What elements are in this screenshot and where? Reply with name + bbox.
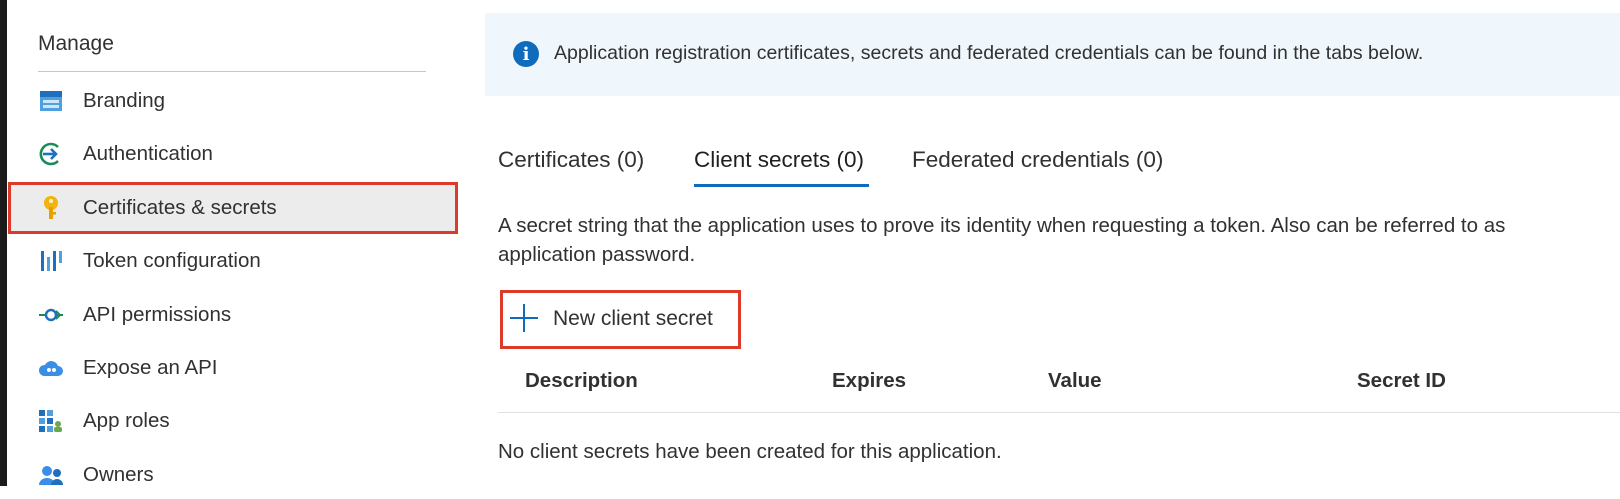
plus-icon xyxy=(510,304,538,332)
sidebar-item-label: API permissions xyxy=(83,303,232,326)
sidebar-item-label: Certificates & secrets xyxy=(83,196,277,219)
sidebar-item-expose-an-api[interactable]: Expose an API xyxy=(10,344,455,392)
info-banner-text: Application registration certificates, s… xyxy=(554,42,1424,64)
sidebar-item-branding[interactable]: Branding xyxy=(10,77,455,125)
new-client-secret-button[interactable]: New client secret xyxy=(500,290,741,349)
section-divider xyxy=(38,71,426,72)
tab-federated-credentials[interactable]: Federated credentials (0) xyxy=(912,147,1163,173)
section-title-manage: Manage xyxy=(38,32,114,55)
empty-table-message: No client secrets have been created for … xyxy=(498,440,1002,463)
sidebar-item-owners[interactable]: Owners xyxy=(10,451,455,499)
sidebar-item-label: Authentication xyxy=(83,142,213,165)
column-header-description[interactable]: Description xyxy=(525,369,638,393)
sidebar-item-label: Token configuration xyxy=(83,249,261,272)
window-edge xyxy=(0,0,7,486)
new-client-secret-label: New client secret xyxy=(553,307,713,330)
column-header-expires[interactable]: Expires xyxy=(832,369,906,393)
sidebar-item-certificates-secrets[interactable]: Certificates & secrets xyxy=(10,184,455,232)
column-header-secret-id[interactable]: Secret ID xyxy=(1357,369,1446,393)
branding-icon xyxy=(38,88,64,114)
table-header-divider xyxy=(498,412,1620,413)
cloud-icon xyxy=(38,355,64,381)
tab-certificates[interactable]: Certificates (0) xyxy=(498,147,644,173)
sidebar-item-token-configuration[interactable]: Token configuration xyxy=(10,237,455,285)
sidebar: Manage Branding Authentication Certifica… xyxy=(7,0,458,486)
active-tab-indicator xyxy=(694,184,869,187)
sidebar-item-api-permissions[interactable]: API permissions xyxy=(10,291,455,339)
owners-icon xyxy=(38,462,64,488)
key-icon xyxy=(38,195,64,221)
sidebar-item-authentication[interactable]: Authentication xyxy=(10,130,455,178)
info-banner: i Application registration certificates,… xyxy=(485,13,1620,96)
authentication-icon xyxy=(38,141,64,167)
sidebar-item-label: Branding xyxy=(83,89,166,112)
token-configuration-icon xyxy=(38,248,64,274)
client-secrets-description: A secret string that the application use… xyxy=(498,214,1506,266)
api-permissions-icon xyxy=(38,302,64,328)
sidebar-item-label: App roles xyxy=(83,409,170,432)
sidebar-item-app-roles[interactable]: App roles xyxy=(10,397,455,445)
sidebar-item-label: Expose an API xyxy=(83,356,218,379)
info-icon: i xyxy=(513,41,539,67)
tab-client-secrets[interactable]: Client secrets (0) xyxy=(694,147,864,173)
app-roles-icon xyxy=(38,408,64,434)
sidebar-item-label: Owners xyxy=(83,463,154,486)
column-header-value[interactable]: Value xyxy=(1048,369,1102,393)
